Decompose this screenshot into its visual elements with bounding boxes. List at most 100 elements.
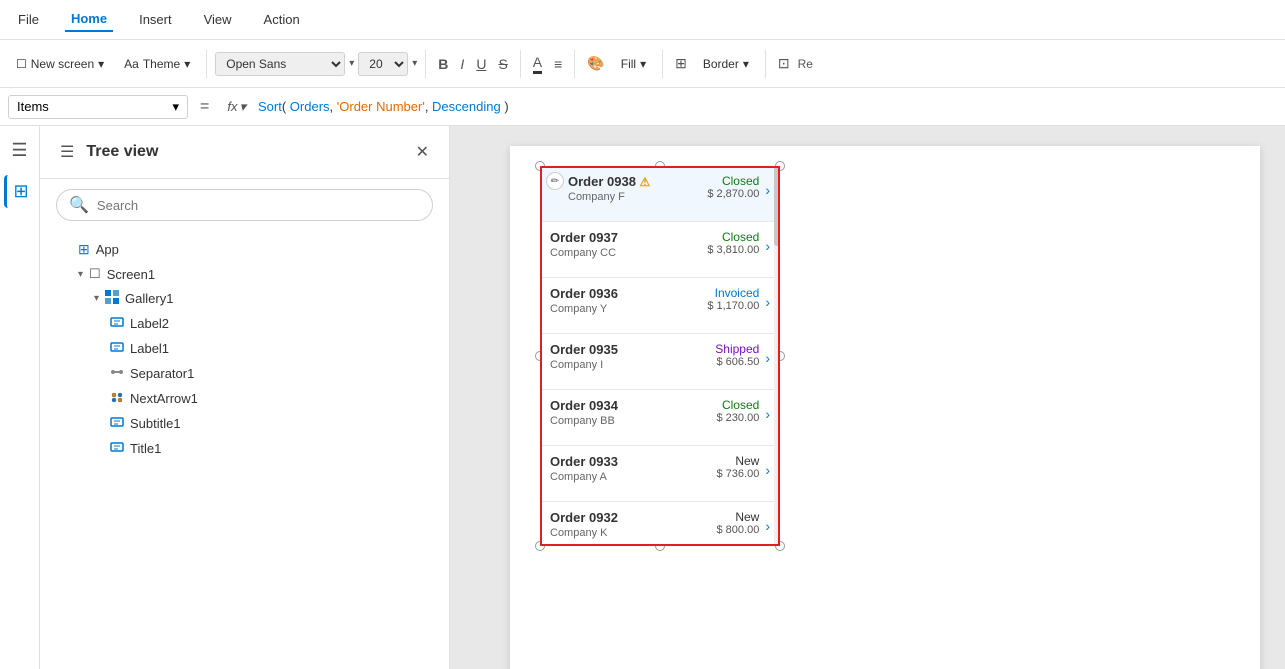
canvas-inner: ✏ Order 0938 ⚠ Company F Closed $ 2,870.… [510,146,1260,669]
tree-item-label1[interactable]: Label1 [40,336,449,361]
underline-button[interactable]: U [472,52,490,76]
formula-bar: Items ▾ = fx ▾ Sort( Orders, 'Order Numb… [0,88,1285,126]
menu-insert[interactable]: Insert [133,8,178,31]
menu-view[interactable]: View [198,8,238,31]
gallery-item-0938[interactable]: ✏ Order 0938 ⚠ Company F Closed $ 2,870.… [540,166,780,222]
order-title-0938: Order 0938 ⚠ [568,174,707,189]
chevron-right-0935[interactable]: › [765,350,770,366]
amount-0936: $ 1,170.00 [707,300,759,312]
order-title-0935: Order 0935 [550,342,715,357]
item-content-0932: Order 0932 Company K [550,510,717,539]
item-right-0937: Closed $ 3,810.00 [707,230,759,256]
property-selector[interactable]: Items ▾ [8,95,188,119]
search-input[interactable] [97,198,420,213]
sidebar: ☰ Tree view ✕ 🔍 ⊞ App ▾ ☐ Screen1 [40,126,450,669]
strikethrough-button[interactable]: S [494,52,511,76]
equals-sign: = [194,98,215,116]
gallery-item-0937[interactable]: Order 0937 Company CC Closed $ 3,810.00 … [540,222,780,278]
tree-item-gallery1[interactable]: ▾ Gallery1 [40,286,449,311]
italic-button[interactable]: I [456,52,468,76]
scrollbar[interactable] [774,166,780,546]
re-label: Re [798,57,813,71]
border-button[interactable]: Border ▾ [695,53,757,75]
tree-item-separator1[interactable]: Separator1 [40,361,449,386]
fx-button[interactable]: fx ▾ [221,96,252,118]
chevron-down-icon: ▾ [184,57,190,71]
amount-0932: $ 800.00 [717,524,760,536]
tree-item-title1[interactable]: Title1 [40,436,449,461]
arrow-icon [110,390,124,407]
re-icon[interactable]: ⊡ [774,51,794,76]
paint-button[interactable]: 🎨 [583,51,608,76]
tree-item-app[interactable]: ⊞ App [40,237,449,262]
screen-icon: ☐ [89,266,101,282]
fx-label: fx [227,99,237,114]
gallery-item-0933[interactable]: Order 0933 Company A New $ 736.00 › [540,446,780,502]
chevron-down-icon-size: ▾ [412,58,417,69]
order-title-0936: Order 0936 [550,286,707,301]
theme-label: Theme [143,57,180,71]
menu-home[interactable]: Home [65,7,113,32]
table-icon[interactable]: ⊞ [671,51,691,76]
amount-0934: $ 230.00 [717,412,760,424]
order-title-0937: Order 0937 [550,230,707,245]
new-screen-button[interactable]: ☐ New screen ▾ [8,53,112,75]
company-0937: Company CC [550,247,707,259]
formula-display[interactable]: Sort( Orders, 'Order Number', Descending… [258,99,1277,114]
gallery-item-0935[interactable]: Order 0935 Company I Shipped $ 606.50 › [540,334,780,390]
tree-item-subtitle1[interactable]: Subtitle1 [40,411,449,436]
treeview-icon[interactable]: ⊞ [4,175,34,208]
toolbar-separator-5 [662,50,663,78]
menu-file[interactable]: File [12,8,45,31]
font-family-select[interactable]: Open Sans Arial Segoe UI [215,52,345,76]
gallery-item-0932[interactable]: Order 0932 Company K New $ 800.00 › [540,502,780,546]
title1-label: Title1 [130,441,161,456]
toolbar-separator-2 [425,50,426,78]
sidebar-header: ☰ Tree view ✕ [40,126,449,179]
tree-item-screen1[interactable]: ▾ ☐ Screen1 [40,262,449,286]
amount-0938: $ 2,870.00 [707,188,759,200]
chevron-right-0936[interactable]: › [765,294,770,310]
menu-bar: File Home Insert View Action [0,0,1285,40]
close-button[interactable]: ✕ [412,138,433,166]
bold-button[interactable]: B [434,52,452,76]
chevron-right-0934[interactable]: › [765,406,770,422]
order-title-0933: Order 0933 [550,454,717,469]
theme-button[interactable]: Aa Theme ▾ [116,53,198,75]
amount-0935: $ 606.50 [715,356,759,368]
label-icon [110,340,124,357]
formula-text-content: Sort( Orders, 'Order Number', Descending… [258,99,509,114]
align-button[interactable]: ≡ [550,52,566,76]
toolbar-separator-1 [206,50,207,78]
font-size-select[interactable]: 20 12 14 16 24 [358,52,408,76]
item-content-0935: Order 0935 Company I [550,342,715,371]
scrollbar-thumb[interactable] [774,166,780,246]
chevron-down-icon[interactable]: ▾ [94,293,99,304]
company-0935: Company I [550,359,715,371]
warning-icon-0938: ⚠ [640,175,651,189]
company-0936: Company Y [550,303,707,315]
menu-action[interactable]: Action [258,8,306,31]
fill-button[interactable]: Fill ▾ [613,53,654,75]
company-0938: Company F [568,191,707,203]
gallery-item-0936[interactable]: Order 0936 Company Y Invoiced $ 1,170.00… [540,278,780,334]
item-content-0936: Order 0936 Company Y [550,286,707,315]
chevron-down-icon[interactable]: ▾ [78,269,83,280]
gallery-item-0934[interactable]: Order 0934 Company BB Closed $ 230.00 › [540,390,780,446]
chevron-right-0933[interactable]: › [765,462,770,478]
layers-icon[interactable]: ☰ [5,134,33,167]
border-label: Border [703,57,739,71]
hamburger-icon[interactable]: ☰ [56,138,78,166]
chevron-right-0938[interactable]: › [765,182,770,198]
separator-icon [110,365,124,382]
tree-item-nextarrow1[interactable]: NextArrow1 [40,386,449,411]
chevron-down-icon: ▾ [743,57,749,71]
tree-item-label2[interactable]: Label2 [40,311,449,336]
chevron-right-0937[interactable]: › [765,238,770,254]
search-box[interactable]: 🔍 [56,189,433,221]
edit-icon-0938: ✏ [546,172,564,190]
property-label: Items [17,99,49,114]
font-color-button[interactable]: A [529,50,546,78]
item-content-0937: Order 0937 Company CC [550,230,707,259]
chevron-right-0932[interactable]: › [765,518,770,534]
